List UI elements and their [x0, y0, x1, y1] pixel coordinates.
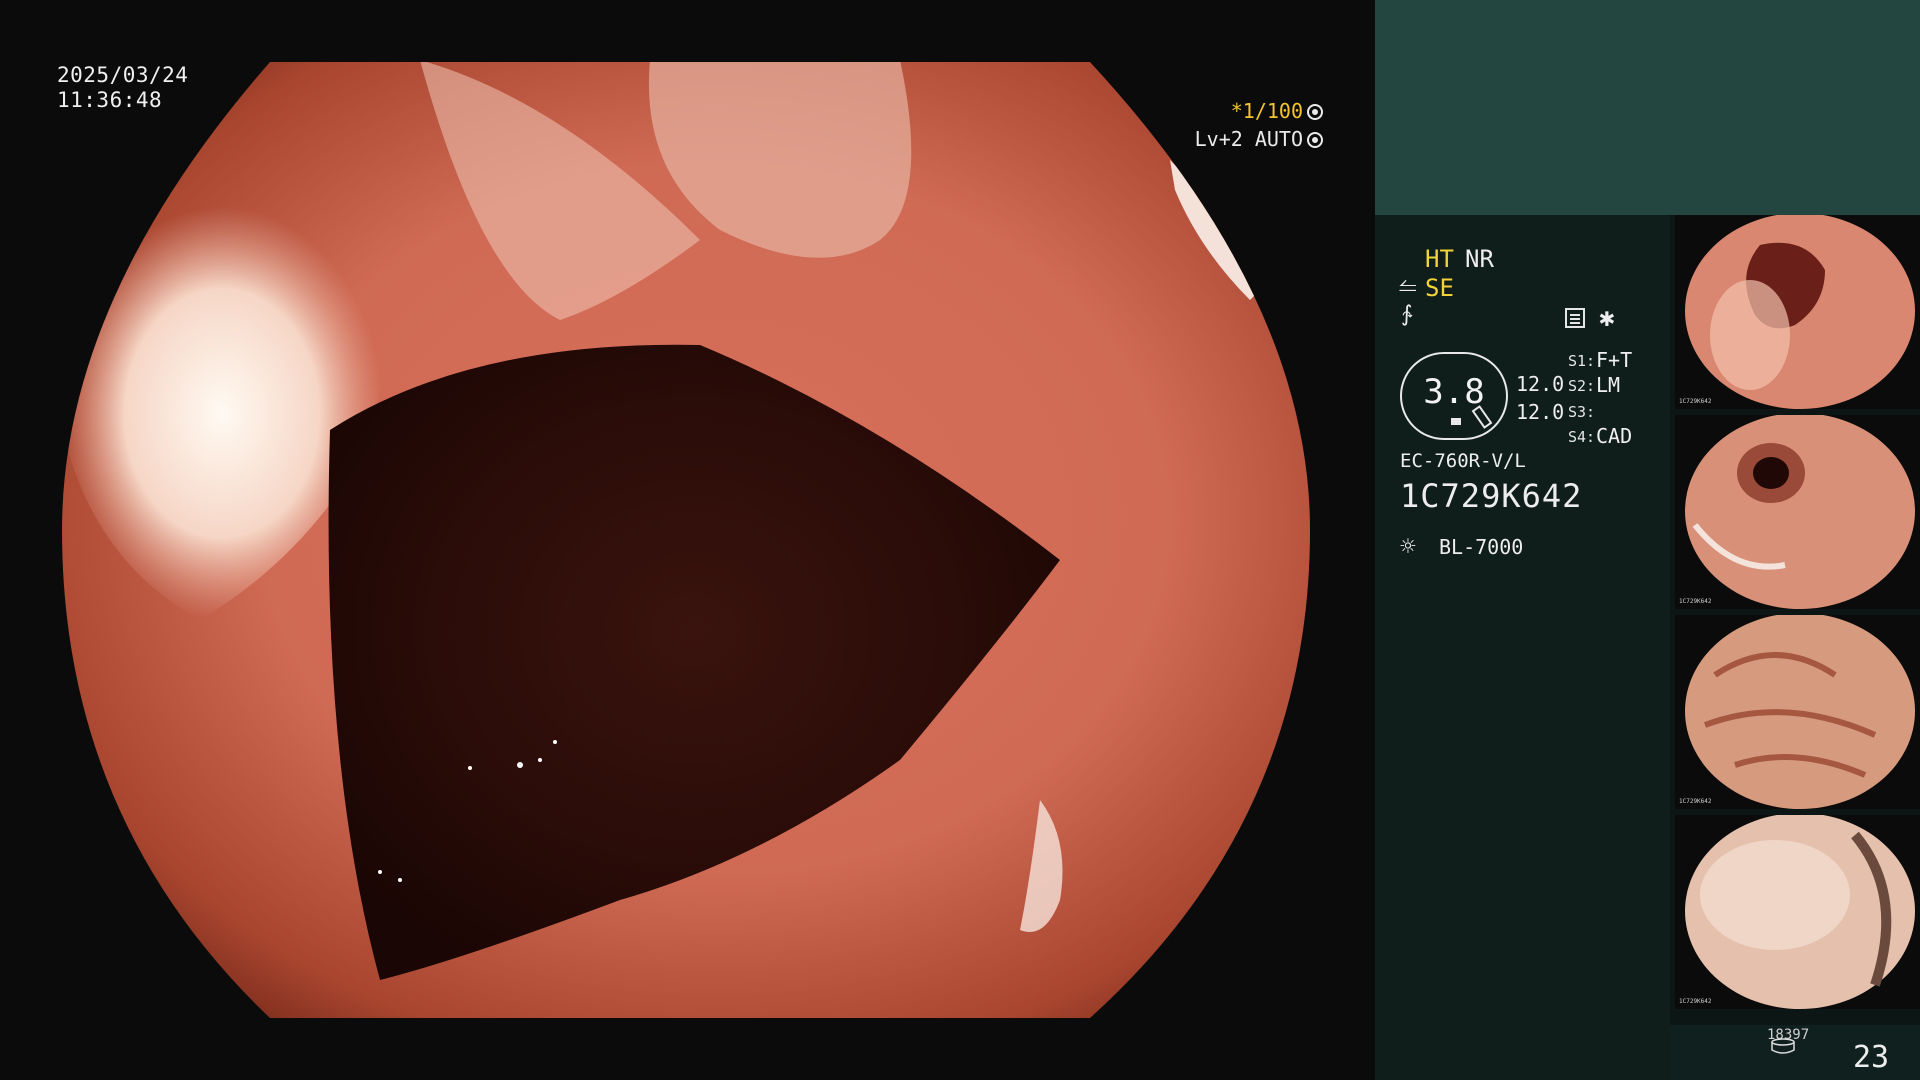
thumbnail-4[interactable]: 1C729K642 [1675, 815, 1920, 1009]
settings-area [1375, 215, 1670, 1080]
light-source: BL-7000 [1439, 535, 1524, 559]
aperture-icon [1307, 104, 1323, 120]
mode-ht: HT [1425, 245, 1454, 273]
shutter-readout: *1/100 [1231, 99, 1323, 123]
thumbnail-2[interactable]: 1C729K642 [1675, 415, 1920, 609]
scope-model: EC-760R-V/L [1400, 450, 1526, 472]
switch-4-label: S4: [1568, 428, 1596, 446]
switch-1-value: F+T [1596, 348, 1633, 372]
star-icon: ✱ [1599, 303, 1615, 333]
value-2: 12.0 [1516, 400, 1565, 424]
mode-se: SE [1425, 274, 1454, 302]
panel-header-area [1375, 0, 1920, 215]
switch-2-value: LM [1596, 373, 1621, 397]
level-readout: Lv+2 AUTO [1195, 127, 1323, 151]
scope-serial: 1C729K642 [1400, 477, 1583, 515]
info-panel: HT NR ⥪ SE ∱ ✱ 3.8 12.0 12.0 S1: F+T S2:… [1375, 0, 1920, 1080]
thumbnail-caption: 1C729K642 [1679, 798, 1712, 805]
switch-1-label: S1: [1568, 352, 1596, 370]
level-label: Lv+2 AUTO [1194, 127, 1303, 151]
thumbnail-image [1685, 415, 1915, 609]
thumbnail-caption: 1C729K642 [1679, 998, 1712, 1005]
shutter-label: *1/100 [1230, 99, 1303, 123]
thumbnail-image [1685, 615, 1915, 809]
structure-enhance-icon: ⥪ [1399, 274, 1417, 299]
thumbnail-caption: 1C729K642 [1679, 598, 1712, 605]
switch-2-label: S2: [1568, 377, 1596, 395]
thumbnail-caption: 1C729K642 [1679, 398, 1712, 405]
zoom-gauge: 3.8 [1400, 352, 1508, 440]
thumbnail-3[interactable]: 1C729K642 [1675, 615, 1920, 809]
switch-4-value: CAD [1596, 424, 1633, 448]
time-stamp: 11:36:48 [57, 88, 163, 112]
gauge-value: 3.8 [1423, 372, 1485, 412]
value-1: 12.0 [1516, 372, 1565, 396]
thumbnail-strip: 1C729K642 1C729K642 1C729K642 1C729K642 [1670, 215, 1920, 1025]
storage-icon [1771, 1038, 1795, 1054]
sun-icon: ☼ [1400, 532, 1416, 562]
date-stamp: 2025/03/24 [57, 63, 189, 87]
thumbnail-image [1685, 215, 1915, 409]
endoscope-viewer: 2025/03/24 11:36:48 *1/100 Lv+2 AUTO [0, 0, 1375, 1080]
endoscopic-image [62, 62, 1310, 1018]
sharpness-icon: ∱ [1401, 302, 1413, 327]
image-count: 23 [1853, 1040, 1890, 1075]
mode-nr: NR [1465, 245, 1494, 273]
thumbnail-image [1685, 815, 1915, 1009]
menu-icon[interactable] [1565, 308, 1585, 328]
iris-icon [1307, 132, 1323, 148]
thumbnail-1[interactable]: 1C729K642 [1675, 215, 1920, 409]
switch-3-label: S3: [1568, 403, 1596, 421]
gauge-marker [1451, 418, 1461, 425]
